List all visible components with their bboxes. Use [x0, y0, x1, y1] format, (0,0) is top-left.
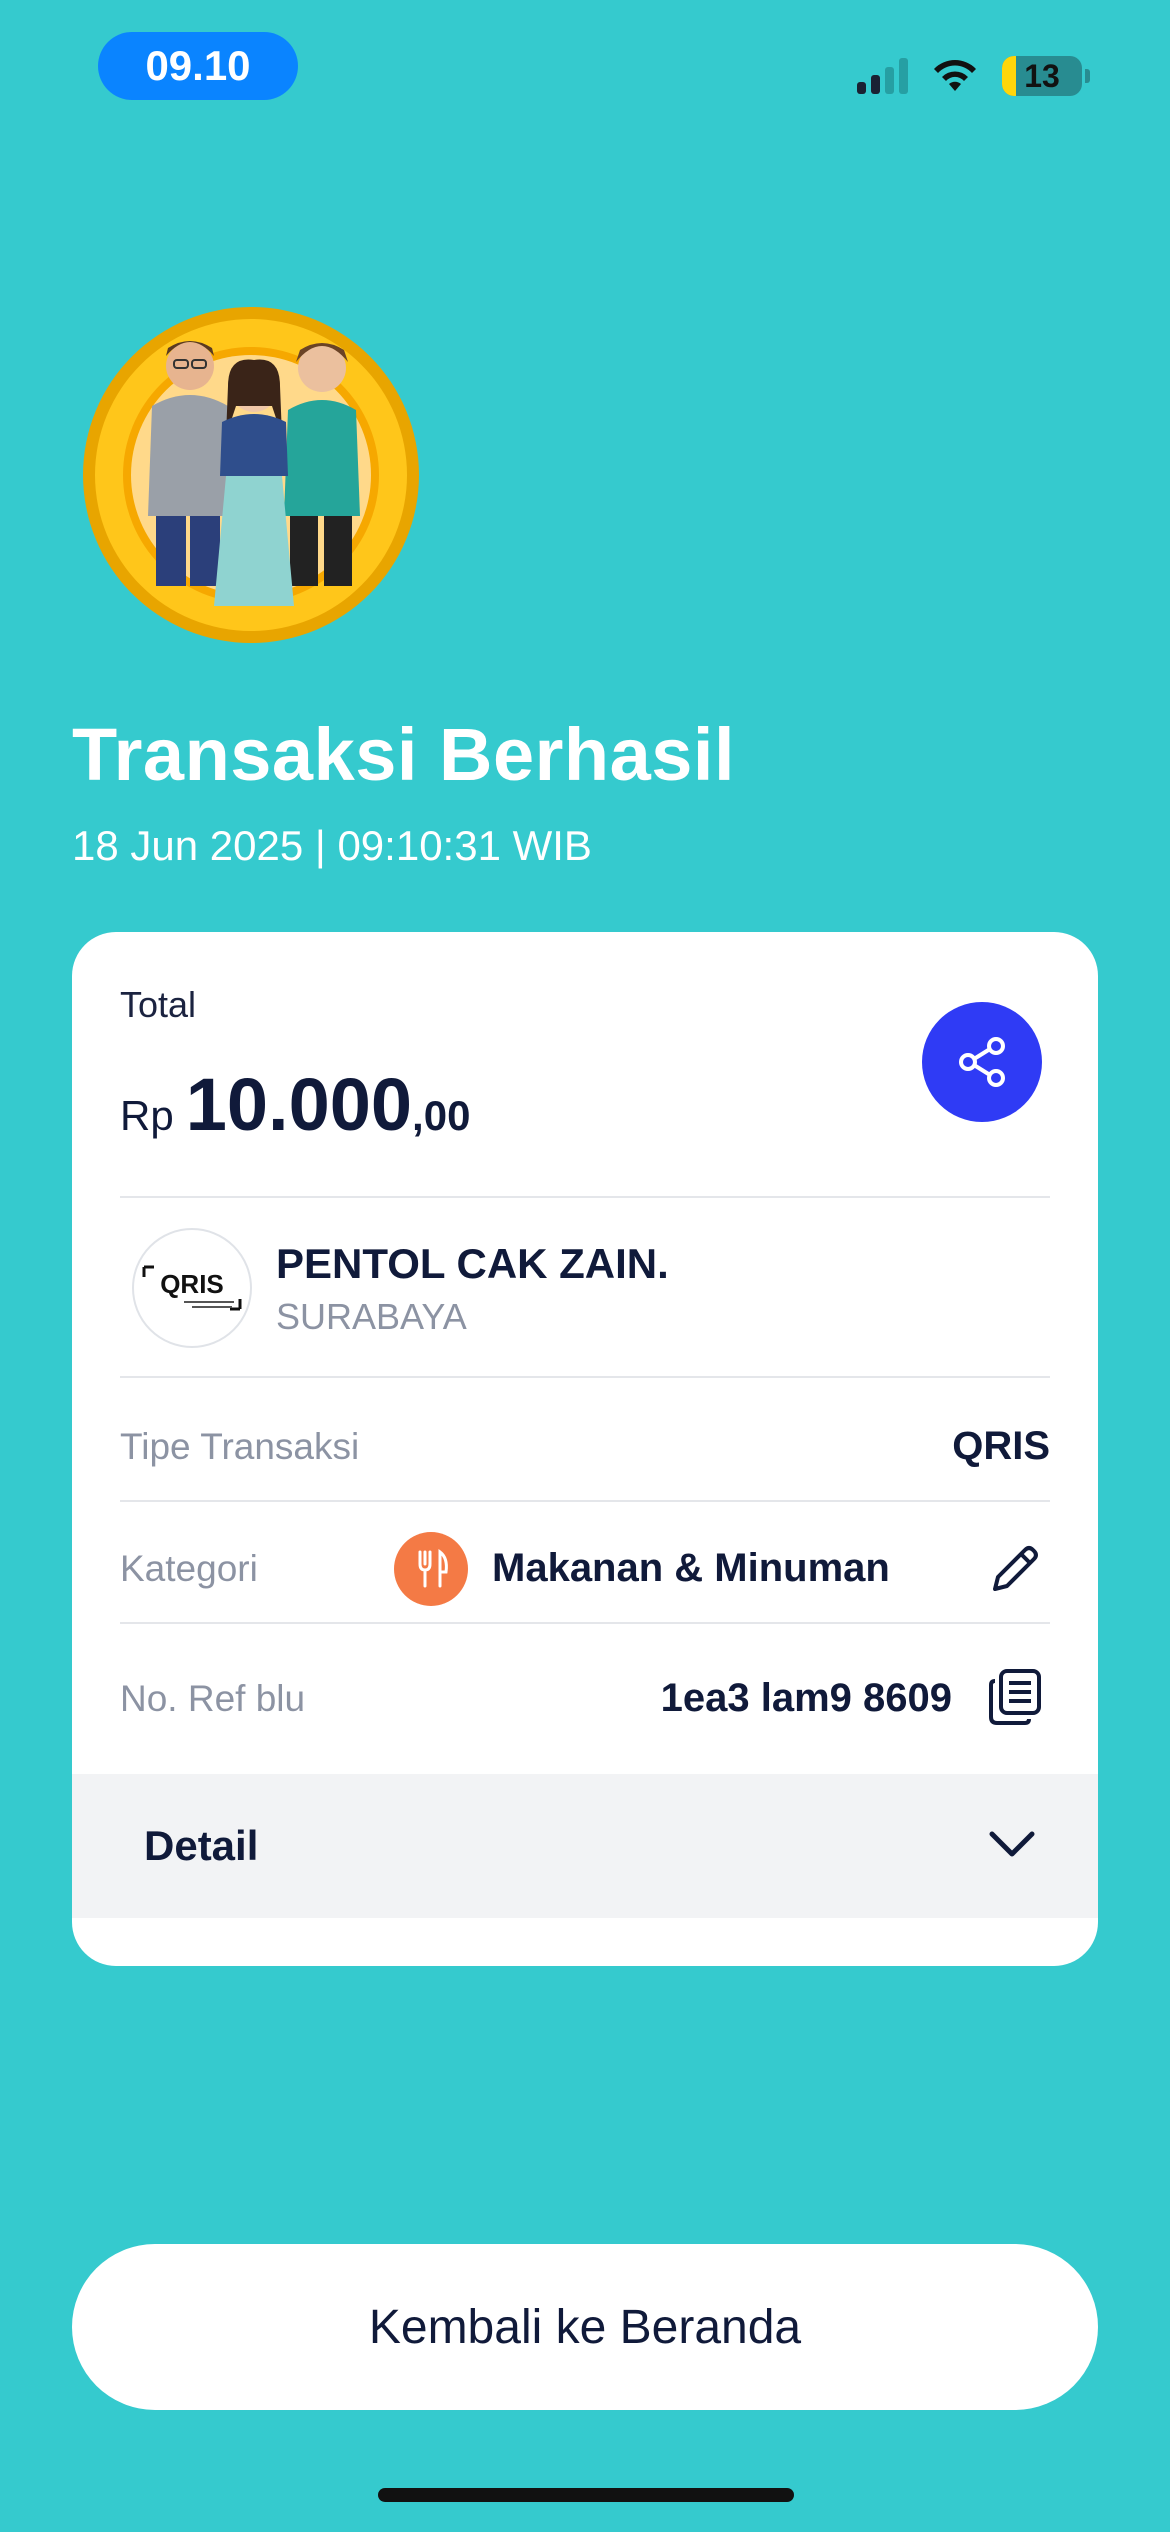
transaction-type-value: QRIS [952, 1424, 1050, 1468]
transaction-type-label: Tipe Transaksi [120, 1426, 360, 1467]
reference-value: 1ea3 lam9 8609 [660, 1676, 952, 1720]
category-label: Kategori [120, 1548, 258, 1589]
merchant-logo: QRIS [132, 1228, 252, 1348]
chevron-down-icon [989, 1831, 1035, 1857]
detail-expander[interactable]: Detail [72, 1774, 1098, 1918]
page-title: Transaksi Berhasil [72, 713, 736, 796]
share-icon [959, 1037, 1005, 1087]
category-value[interactable]: Makanan & Minuman [492, 1546, 890, 1591]
battery-level: 13 [1024, 57, 1060, 94]
transaction-datetime: 18 Jun 2025 | 09:10:31 WIB [72, 822, 592, 869]
total-amount: Rp 10.000 ,00 [120, 1062, 470, 1147]
transaction-card: Total Rp 10.000 ,00 QRIS PENTOL CAK ZAIN… [72, 932, 1098, 1966]
transaction-success-screen: 09.10 13 Transaksi Berhasil 18 Jun 2025 … [0, 0, 1170, 2532]
total-label: Total [120, 984, 197, 1025]
back-to-home-button[interactable]: Kembali ke Beranda [72, 2244, 1098, 2410]
divider [120, 1500, 1050, 1502]
divider [120, 1622, 1050, 1624]
divider [120, 1196, 1050, 1198]
pencil-icon [993, 1546, 1038, 1591]
status-icons: 13 [857, 52, 1090, 100]
amount-cents: ,00 [412, 1092, 471, 1139]
share-button[interactable] [922, 1002, 1042, 1122]
wifi-icon [934, 60, 976, 91]
reference-label: No. Ref blu [120, 1678, 306, 1719]
fork-knife-icon [394, 1532, 468, 1606]
divider [120, 1376, 1050, 1378]
amount-main: 10.000 [185, 1063, 413, 1146]
qris-logo-text: QRIS [160, 1269, 224, 1299]
currency-label: Rp [120, 1092, 174, 1139]
copy-reference-button[interactable] [978, 1660, 1052, 1734]
cellular-signal-icon [857, 58, 908, 94]
success-medal-illustration [83, 307, 419, 643]
edit-category-button[interactable] [978, 1532, 1052, 1606]
detail-label: Detail [144, 1822, 259, 1869]
merchant-city: SURABAYA [276, 1296, 467, 1337]
merchant-name: PENTOL CAK ZAIN. [276, 1240, 669, 1287]
home-indicator[interactable] [378, 2488, 794, 2502]
battery-icon: 13 [1002, 56, 1090, 96]
status-time: 09.10 [98, 32, 298, 100]
copy-icon [989, 1669, 1041, 1725]
